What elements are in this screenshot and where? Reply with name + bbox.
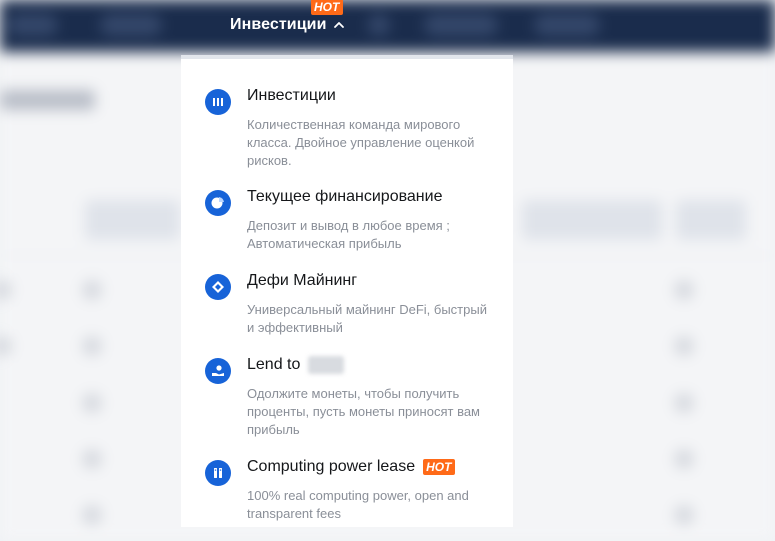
pie-chart-icon <box>205 190 231 216</box>
hand-coin-icon <box>205 358 231 384</box>
row-dot-blurred <box>674 336 694 356</box>
nav-item-blurred <box>368 14 390 36</box>
investments-dropdown: Инвестиции Количественная команда мирово… <box>181 55 513 527</box>
menu-item-title: Текущее финансирование <box>247 188 443 205</box>
table-header-blurred <box>676 200 746 240</box>
row-dot-blurred <box>82 336 102 356</box>
table-header-blurred <box>522 200 662 240</box>
page-heading-blurred <box>0 90 95 110</box>
row-dot-blurred <box>674 280 694 300</box>
row-dot-blurred <box>674 393 694 413</box>
nav-item-blurred <box>534 14 600 36</box>
redacted-brand-name <box>308 356 345 374</box>
row-dot-blurred <box>674 449 694 469</box>
menu-item-title-text: Lend to <box>247 356 301 373</box>
menu-item-description: Количественная команда мирового класса. … <box>247 117 475 168</box>
menu-item-title: Computing power lease HOT <box>247 458 456 476</box>
row-dot-blurred <box>82 505 102 525</box>
row-dot-blurred <box>82 393 102 413</box>
hot-badge: HOT <box>423 459 456 475</box>
menu-item-title-text: Computing power lease <box>247 458 416 475</box>
bank-icon <box>205 89 231 115</box>
menu-item-description: 100% real computing power, open and tran… <box>247 488 469 521</box>
menu-item-description: Универсальный майнинг DeFi, быстрый и эф… <box>247 302 487 335</box>
nav-investments-trigger[interactable]: Инвестиции <box>230 13 345 37</box>
menu-item-title: Lend to <box>247 356 345 374</box>
nav-item-blurred <box>424 14 498 36</box>
nav-item-blurred <box>8 14 58 36</box>
nav-investments-label: Инвестиции <box>230 16 327 33</box>
nav-hot-badge: HOT <box>311 0 344 15</box>
menu-item-description: Депозит и вывод в любое время ; Автомати… <box>247 218 450 251</box>
row-dot-blurred <box>82 449 102 469</box>
top-nav-bar <box>0 0 775 52</box>
diamond-icon <box>205 274 231 300</box>
menu-item-title: Инвестиции <box>247 87 336 104</box>
row-dot-blurred <box>82 280 102 300</box>
menu-item-description: Одолжите монеты, чтобы получить проценты… <box>247 386 480 437</box>
nav-item-blurred <box>100 14 162 36</box>
chevron-up-icon <box>333 22 344 28</box>
row-dot-blurred <box>674 505 694 525</box>
menu-item-title: Дефи Майнинг <box>247 272 358 289</box>
table-header-blurred <box>85 200 180 240</box>
server-icon <box>205 460 231 486</box>
